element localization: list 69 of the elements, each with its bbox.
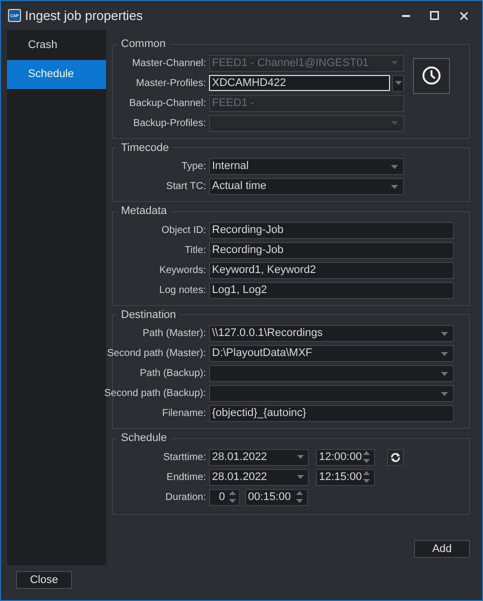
spinner-arrows-icon[interactable] bbox=[363, 471, 370, 483]
dropdown-arrow-icon bbox=[394, 81, 402, 85]
text-field[interactable]: Recording-Job bbox=[209, 242, 454, 258]
date-picker[interactable]: 28.01.2022 bbox=[209, 468, 309, 486]
group-title: Timecode bbox=[120, 140, 170, 156]
add-button[interactable]: Add bbox=[414, 540, 470, 558]
field-label: Object ID: bbox=[162, 224, 206, 238]
dropdown-arrow-icon bbox=[297, 475, 304, 479]
clock-button[interactable] bbox=[413, 58, 450, 94]
dropdown-arrow-icon bbox=[297, 455, 304, 459]
combo-field[interactable]: Internal bbox=[209, 158, 404, 175]
field-label: Master-Profiles: bbox=[136, 76, 206, 90]
combo-field[interactable] bbox=[209, 385, 454, 402]
refresh-icon bbox=[390, 452, 401, 462]
spinner-arrows-icon[interactable] bbox=[296, 491, 303, 503]
minimize-icon bbox=[402, 14, 410, 17]
combo-field[interactable]: XDCAMHD422 bbox=[209, 75, 390, 91]
time-spinner[interactable]: 12:15:00 bbox=[316, 468, 375, 486]
group-title: Destination bbox=[120, 308, 178, 322]
combo-field[interactable]: Actual time bbox=[209, 178, 404, 195]
group-title: Metadata bbox=[120, 204, 168, 219]
dropdown-arrow-icon bbox=[441, 372, 448, 376]
clock-icon bbox=[422, 66, 441, 85]
field-label: Type: bbox=[182, 160, 206, 174]
maximize-icon bbox=[430, 11, 438, 20]
sidebar-item[interactable]: Schedule bbox=[7, 60, 106, 89]
field-label: Second path (Master): bbox=[107, 347, 206, 361]
field-label: Filename: bbox=[162, 407, 206, 421]
field-label: Endtime: bbox=[166, 470, 206, 484]
field-label: Second path (Backup): bbox=[104, 387, 206, 401]
dropdown-arrow-icon bbox=[441, 392, 448, 396]
dropdown-arrow-icon bbox=[391, 164, 398, 168]
dropdown-button[interactable] bbox=[392, 74, 404, 92]
field-label: Duration: bbox=[165, 490, 206, 504]
field-label: Keywords: bbox=[159, 264, 206, 278]
field-label: Path (Master): bbox=[142, 327, 206, 341]
time-spinner[interactable]: 12:00:00 bbox=[316, 448, 375, 466]
window-title: Ingest job properties bbox=[25, 6, 143, 25]
text-field[interactable]: Keyword1, Keyword2 bbox=[209, 262, 454, 278]
combo-field[interactable]: \\127.0.0.1\Recordings bbox=[209, 325, 454, 342]
field-label: Starttime: bbox=[163, 450, 206, 464]
field-label: Backup-Channel: bbox=[129, 96, 206, 110]
text-field[interactable]: Log1, Log2 bbox=[209, 282, 454, 298]
text-field[interactable]: Recording-Job bbox=[209, 222, 454, 238]
field-label: Backup-Profiles: bbox=[133, 116, 206, 130]
field-label: Path (Backup): bbox=[140, 367, 206, 381]
text-field[interactable]: {objectid}_{autoinc} bbox=[209, 405, 454, 422]
field-label: Title: bbox=[184, 244, 206, 258]
combo-field[interactable] bbox=[209, 365, 454, 382]
close-icon bbox=[460, 12, 468, 20]
dropdown-arrow-icon bbox=[391, 61, 398, 65]
dropdown-arrow-icon bbox=[441, 332, 448, 336]
group-title: Common bbox=[120, 37, 167, 52]
field-label: Log notes: bbox=[159, 284, 206, 298]
days-spinner[interactable]: 0 bbox=[209, 488, 240, 506]
refresh-button[interactable] bbox=[387, 448, 404, 466]
close-dialog-button[interactable]: Close bbox=[16, 571, 72, 589]
spinner-arrows-icon[interactable] bbox=[363, 451, 370, 463]
field-label: Start TC: bbox=[166, 180, 206, 194]
time-spinner[interactable]: 00:15:00 bbox=[245, 488, 308, 506]
dropdown-arrow-icon bbox=[391, 121, 398, 125]
combo-field[interactable]: D:\PlayoutData\MXF bbox=[209, 345, 454, 362]
field-label: Master-Channel: bbox=[132, 56, 206, 70]
group-title: Schedule bbox=[120, 431, 168, 446]
dropdown-arrow-icon bbox=[391, 184, 398, 188]
dropdown-arrow-icon bbox=[441, 352, 448, 356]
spinner-arrows-icon[interactable] bbox=[229, 491, 236, 503]
sidebar-item[interactable]: Crash bbox=[7, 31, 106, 60]
date-picker[interactable]: 28.01.2022 bbox=[209, 448, 309, 466]
